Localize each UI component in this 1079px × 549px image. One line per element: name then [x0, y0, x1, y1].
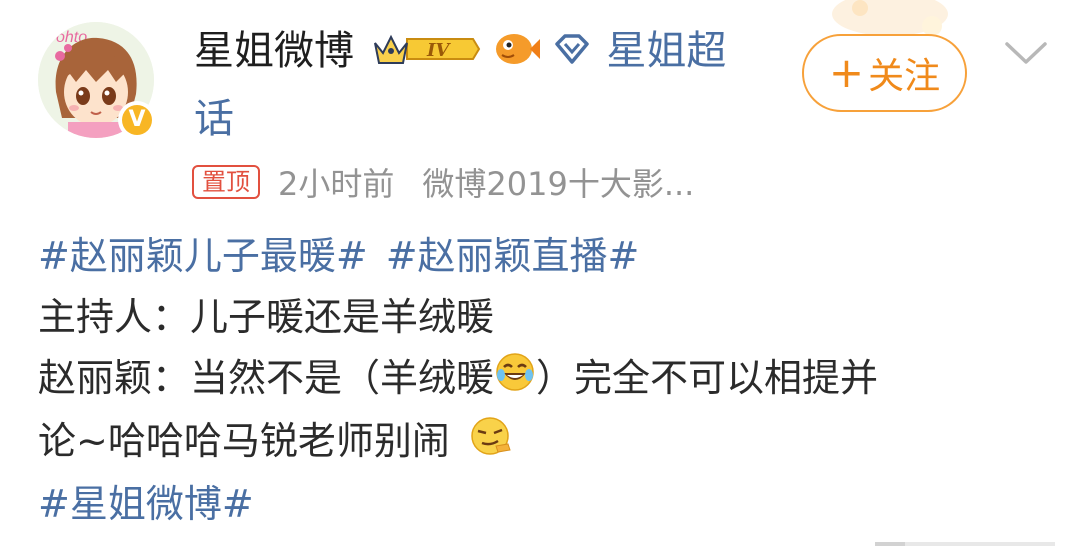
hashtag-link[interactable]: #赵丽颖儿子最暖# [38, 234, 368, 278]
follow-button[interactable]: + 关注 [802, 34, 967, 112]
text-line: 主持人：儿子暖还是羊绒暖 [38, 295, 495, 339]
author-line: 星姐微博 IV 星姐超 [194, 22, 764, 80]
scroll-indicator [875, 542, 1055, 546]
follow-label: 关注 [868, 56, 941, 97]
hashtag-link[interactable]: #星姐微博# [38, 482, 254, 526]
post-meta: 置顶 2小时前 微博2019十大影... [192, 160, 694, 204]
hashtag-link[interactable]: #赵丽颖直播# [386, 234, 640, 278]
author-name[interactable]: 星姐微博 [194, 28, 354, 74]
text-segment: 论~哈哈哈马锐老师别闹 [38, 419, 450, 463]
pinned-badge: 置顶 [192, 165, 260, 199]
text-line: 论~哈哈哈马锐老师别闹 [38, 411, 1048, 474]
supertopic-link-wrap[interactable]: 话 [194, 90, 234, 148]
post-time: 2小时前 [278, 165, 395, 203]
smirk-emoji [468, 413, 514, 474]
supertopic-link[interactable]: 星姐超 [606, 28, 726, 74]
laughing-tears-emoji [494, 350, 536, 411]
hashtag-line: #赵丽颖儿子最暖# #赵丽颖直播# [38, 226, 1048, 287]
text-segment: 赵丽颖：当然不是（羊绒暖 [38, 356, 495, 400]
chevron-down-icon[interactable] [1004, 40, 1048, 66]
verified-v-icon: V [122, 105, 152, 135]
fish-icon[interactable] [492, 29, 541, 73]
text-segment: ）完全不可以相提并 [536, 356, 879, 400]
diamond-icon[interactable] [553, 34, 591, 68]
level-badge-text: IV [426, 40, 451, 61]
post-content: #赵丽颖儿子最暖# #赵丽颖直播# 主持人：儿子暖还是羊绒暖 赵丽颖：当然不是（羊… [38, 226, 1048, 535]
crown-icon[interactable]: IV [371, 29, 481, 73]
hashtag-line: #星姐微博# [38, 474, 1048, 535]
verified-badge: V [118, 101, 156, 139]
text-line: 赵丽颖：当然不是（羊绒暖 ）完全不可以相提并 [38, 348, 1048, 411]
plus-icon: + [828, 48, 865, 97]
post-source[interactable]: 微博2019十大影... [422, 159, 694, 205]
